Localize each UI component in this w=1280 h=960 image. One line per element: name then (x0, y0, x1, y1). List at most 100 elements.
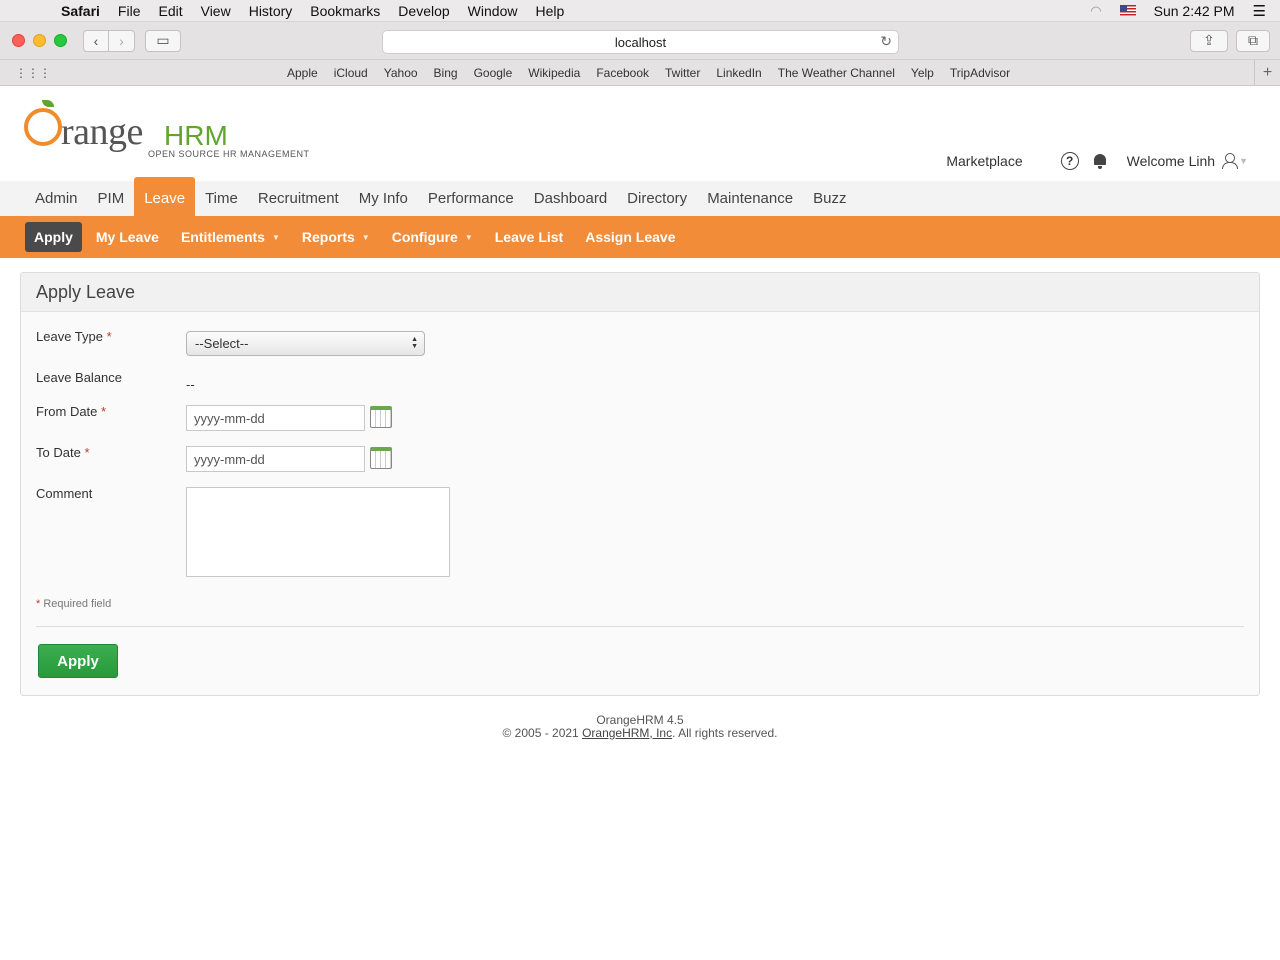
required-asterisk: * (84, 445, 90, 460)
back-button[interactable]: ‹ (83, 29, 109, 52)
subnav-leave-list[interactable]: Leave List (484, 222, 574, 252)
required-asterisk: * (36, 598, 41, 610)
company-link[interactable]: OrangeHRM, Inc (582, 726, 672, 740)
window-controls (12, 34, 67, 47)
menu-clock[interactable]: Sun 2:42 PM (1154, 3, 1235, 19)
nav-directory[interactable]: Directory (617, 181, 697, 216)
macos-menu-bar: Safari File Edit View History Bookmarks … (0, 0, 1280, 22)
notification-bell-icon[interactable] (1093, 154, 1107, 169)
nav-pim[interactable]: PIM (88, 181, 135, 216)
required-note-text: Required field (43, 598, 112, 610)
welcome-user-menu[interactable]: Welcome Linh (1127, 153, 1215, 169)
subnav-reports[interactable]: Reports ▼ (291, 222, 381, 252)
menu-history[interactable]: History (240, 3, 302, 19)
to-date-label: To Date * (36, 445, 90, 460)
close-window-icon[interactable] (12, 34, 25, 47)
marketplace-link[interactable]: Marketplace (946, 153, 1022, 169)
address-bar[interactable]: localhost ↻ (382, 30, 899, 54)
footer-copyright: © 2005 - 2021 OrangeHRM, Inc. All rights… (0, 727, 1280, 740)
logo-tagline: OPEN SOURCE HR MANAGEMENT (148, 149, 310, 159)
select-updown-icon: ▲ ▼ (411, 336, 418, 350)
nav-recruitment[interactable]: Recruitment (248, 181, 349, 216)
page-title: Apply Leave (21, 273, 1259, 312)
favorites-bar: ⋮⋮⋮ Apple iCloud Yahoo Bing Google Wikip… (0, 59, 1280, 86)
menu-app-name[interactable]: Safari (52, 3, 109, 19)
favorites-grid-icon[interactable]: ⋮⋮⋮ (15, 66, 51, 80)
nav-admin[interactable]: Admin (25, 181, 88, 216)
favorite-yelp[interactable]: Yelp (903, 66, 942, 80)
page-footer: OrangeHRM 4.5 © 2005 - 2021 OrangeHRM, I… (0, 714, 1280, 740)
from-date-input[interactable]: yyyy-mm-dd (186, 405, 365, 431)
favorite-icloud[interactable]: iCloud (326, 66, 376, 80)
minimize-window-icon[interactable] (33, 34, 46, 47)
input-source-flag-icon[interactable] (1119, 5, 1136, 16)
nav-my-info[interactable]: My Info (349, 181, 418, 216)
browser-toolbar: ‹ › ▭ localhost ↻ ⇪ ⧉ (0, 22, 1280, 60)
menu-window[interactable]: Window (459, 3, 527, 19)
menu-file[interactable]: File (109, 3, 150, 19)
help-icon[interactable]: ? (1060, 152, 1079, 170)
favorite-apple[interactable]: Apple (279, 66, 326, 80)
favorite-yahoo[interactable]: Yahoo (376, 66, 426, 80)
comment-textarea[interactable] (186, 487, 450, 577)
to-date-input[interactable]: yyyy-mm-dd (186, 446, 365, 472)
logo-orange-o-icon (24, 108, 62, 146)
new-tab-plus-icon[interactable]: + (1254, 59, 1280, 86)
subnav-configure-label: Configure (391, 229, 458, 245)
to-date-calendar-icon[interactable] (370, 447, 392, 469)
menu-bookmarks[interactable]: Bookmarks (301, 3, 389, 19)
favorite-wikipedia[interactable]: Wikipedia (520, 66, 588, 80)
nav-performance[interactable]: Performance (418, 181, 524, 216)
subnav-my-leave[interactable]: My Leave (85, 222, 170, 252)
share-icon[interactable]: ⇪ (1190, 29, 1228, 52)
subnav-assign-leave[interactable]: Assign Leave (574, 222, 686, 252)
favorite-weather-channel[interactable]: The Weather Channel (770, 66, 903, 80)
leave-type-label-text: Leave Type (36, 329, 103, 344)
favorite-bing[interactable]: Bing (426, 66, 466, 80)
subnav-configure[interactable]: Configure ▼ (381, 222, 484, 252)
sidebar-toggle-icon[interactable]: ▭ (145, 29, 181, 52)
from-date-calendar-icon[interactable] (370, 406, 392, 428)
menu-help[interactable]: Help (526, 3, 573, 19)
subnav-reports-label: Reports (301, 229, 355, 245)
user-menu-chevron-down-icon[interactable]: ▼ (1239, 156, 1248, 166)
logo-wordmark: range (61, 111, 143, 153)
menu-develop[interactable]: Develop (389, 3, 458, 19)
forward-button[interactable]: › (109, 29, 135, 52)
control-center-list-icon[interactable]: ☰ (1253, 2, 1266, 20)
favorite-tripadvisor[interactable]: TripAdvisor (942, 66, 1018, 80)
leave-sub-navigation: Apply My Leave Entitlements ▼ Reports ▼ Co… (0, 216, 1280, 258)
required-asterisk: * (101, 404, 107, 419)
zoom-window-icon[interactable] (54, 34, 67, 47)
nav-dashboard[interactable]: Dashboard (524, 181, 617, 216)
nav-maintenance[interactable]: Maintenance (697, 181, 803, 216)
favorite-facebook[interactable]: Facebook (588, 66, 657, 80)
copyright-suffix: . All rights reserved. (672, 726, 778, 740)
reload-icon[interactable]: ↻ (880, 33, 892, 50)
copyright-prefix: © 2005 - 2021 (502, 726, 583, 740)
apply-button[interactable]: Apply (38, 644, 118, 678)
leave-type-label: Leave Type * (36, 329, 112, 344)
app-header: range HRM OPEN SOURCE HR MANAGEMENT Mark… (0, 86, 1280, 181)
user-avatar-icon[interactable] (1221, 153, 1239, 169)
favorite-google[interactable]: Google (466, 66, 521, 80)
required-asterisk: * (106, 329, 112, 344)
favorite-twitter[interactable]: Twitter (657, 66, 708, 80)
from-date-label-text: From Date (36, 404, 98, 419)
nav-time[interactable]: Time (195, 181, 248, 216)
favorite-linkedin[interactable]: LinkedIn (708, 66, 769, 80)
chevron-down-icon: ▼ (464, 232, 473, 242)
wifi-icon[interactable]: ◠ (1090, 3, 1101, 19)
subnav-apply[interactable]: Apply (25, 222, 82, 252)
menu-view[interactable]: View (192, 3, 240, 19)
from-date-label: From Date * (36, 404, 106, 419)
nav-leave[interactable]: Leave (134, 177, 196, 216)
subnav-entitlements[interactable]: Entitlements ▼ (170, 222, 291, 252)
chevron-down-icon: ▼ (271, 232, 280, 242)
menu-edit[interactable]: Edit (149, 3, 191, 19)
subnav-entitlements-label: Entitlements (180, 229, 265, 245)
tabs-overview-icon[interactable]: ⧉ (1236, 29, 1270, 52)
main-navigation: Admin PIM Leave Time Recruitment My Info… (0, 177, 1280, 216)
leave-type-select[interactable]: --Select-- ▲ ▼ (186, 331, 425, 356)
nav-buzz[interactable]: Buzz (803, 181, 856, 216)
